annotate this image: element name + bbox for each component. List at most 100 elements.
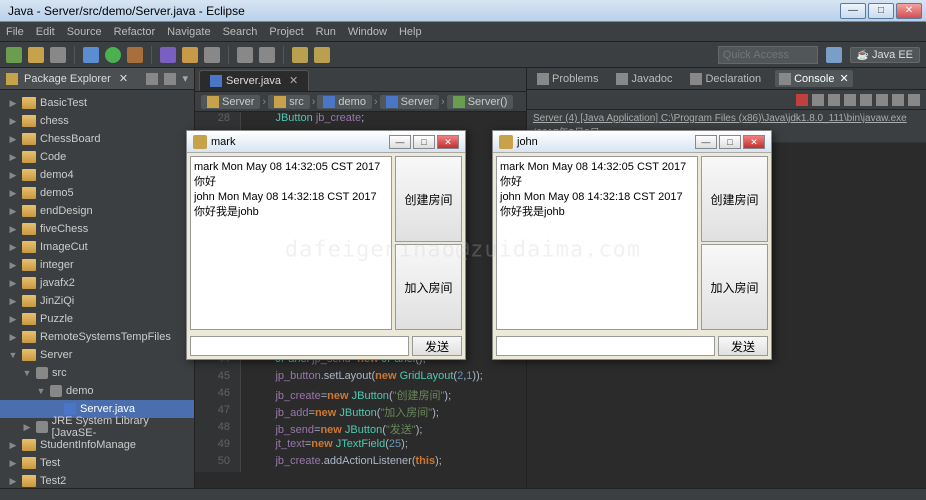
folder-icon [22, 205, 36, 217]
tree-item-test[interactable]: ▶Test [0, 454, 194, 472]
package-explorer-view: Package Explorer ✕ ▾ ▶BasicTest▶chess▶Ch… [0, 68, 195, 488]
breadcrumb-item[interactable]: Server [380, 95, 439, 109]
collapse-all-icon[interactable] [146, 73, 158, 85]
chat-log[interactable]: mark Mon May 08 14:32:05 CST 2017你好john … [190, 156, 392, 330]
tree-item-server[interactable]: ▼Server [0, 346, 194, 364]
external-tools-icon[interactable] [127, 47, 143, 63]
view-tab-problems[interactable]: Problems [533, 71, 602, 87]
chat-log[interactable]: mark Mon May 08 14:32:05 CST 2017你好john … [496, 156, 698, 330]
menu-search[interactable]: Search [223, 26, 258, 38]
view-menu-icon[interactable]: ▾ [182, 72, 188, 85]
join-room-button[interactable]: 加入房间 [395, 244, 462, 330]
tree-item-jre-system-library-javase-[interactable]: ▶JRE System Library [JavaSE- [0, 418, 194, 436]
tree-item-imagecut[interactable]: ▶ImageCut [0, 238, 194, 256]
maximize-button[interactable]: □ [868, 3, 894, 19]
menu-project[interactable]: Project [269, 26, 303, 38]
remove-launch-icon[interactable] [812, 94, 824, 106]
pin-console-icon[interactable] [876, 94, 888, 106]
chat-input[interactable] [496, 336, 715, 356]
tree-item-src[interactable]: ▼src [0, 364, 194, 382]
close-tab-icon[interactable]: ✕ [289, 74, 298, 87]
remove-all-icon[interactable] [828, 94, 840, 106]
tree-item-demo5[interactable]: ▶demo5 [0, 184, 194, 202]
close-button[interactable]: ✕ [437, 135, 459, 149]
scroll-lock-icon[interactable] [860, 94, 872, 106]
open-console-icon[interactable] [908, 94, 920, 106]
tree-item-chess[interactable]: ▶chess [0, 112, 194, 130]
view-tab-declaration[interactable]: Declaration [686, 71, 765, 87]
breadcrumb-item[interactable]: demo [317, 95, 372, 109]
tree-item-remotesystemstempfiles[interactable]: ▶RemoteSystemsTempFiles [0, 328, 194, 346]
menu-file[interactable]: File [6, 26, 24, 38]
menu-run[interactable]: Run [316, 26, 336, 38]
maximize-button[interactable]: □ [719, 135, 741, 149]
folder-icon [22, 439, 36, 451]
folder-icon [22, 187, 36, 199]
tree-item-code[interactable]: ▶Code [0, 148, 194, 166]
tree-item-puzzle[interactable]: ▶Puzzle [0, 310, 194, 328]
save-all-icon[interactable] [50, 47, 66, 63]
menu-edit[interactable]: Edit [36, 26, 55, 38]
folder-icon [22, 277, 36, 289]
menu-window[interactable]: Window [348, 26, 387, 38]
tree-item-javafx2[interactable]: ▶javafx2 [0, 274, 194, 292]
open-type-icon[interactable] [204, 47, 220, 63]
create-room-button[interactable]: 创建房间 [701, 156, 768, 242]
new-icon[interactable] [6, 47, 22, 63]
package-explorer-tree[interactable]: ▶BasicTest▶chess▶ChessBoard▶Code▶demo4▶d… [0, 90, 194, 488]
send-button[interactable]: 发送 [718, 336, 768, 356]
folder-icon [22, 169, 36, 181]
close-view-icon[interactable]: ✕ [119, 72, 128, 85]
display-console-icon[interactable] [892, 94, 904, 106]
open-perspective-icon[interactable] [826, 47, 842, 63]
folder-icon [22, 115, 36, 127]
tree-item-test2[interactable]: ▶Test2 [0, 472, 194, 488]
menu-help[interactable]: Help [399, 26, 422, 38]
menubar: File Edit Source Refactor Navigate Search Proj… [0, 22, 926, 42]
minimize-button[interactable]: — [840, 3, 866, 19]
tree-item-fivechess[interactable]: ▶fiveChess [0, 220, 194, 238]
breadcrumb-item[interactable]: src [268, 95, 310, 109]
debug-icon[interactable] [83, 47, 99, 63]
menu-navigate[interactable]: Navigate [167, 26, 210, 38]
close-button[interactable]: ✕ [743, 135, 765, 149]
maximize-button[interactable]: □ [413, 135, 435, 149]
view-tab-console[interactable]: Console ✕ [775, 70, 853, 87]
breadcrumb-item[interactable]: Server [201, 95, 260, 109]
new-package-icon[interactable] [160, 47, 176, 63]
editor-tab-server-java[interactable]: Server.java ✕ [199, 70, 309, 91]
close-button[interactable]: ✕ [896, 3, 922, 19]
join-room-button[interactable]: 加入房间 [701, 244, 768, 330]
menu-source[interactable]: Source [67, 26, 102, 38]
chat-title: mark [211, 136, 385, 148]
run-icon[interactable] [105, 47, 121, 63]
create-room-button[interactable]: 创建房间 [395, 156, 462, 242]
quick-access-input[interactable] [718, 46, 818, 64]
view-tab-javadoc[interactable]: Javadoc [612, 71, 676, 87]
breadcrumb-item[interactable]: Server() [447, 95, 514, 109]
chat-titlebar[interactable]: john — □ ✕ [493, 131, 771, 153]
menu-refactor[interactable]: Refactor [114, 26, 156, 38]
toggle-mark-icon[interactable] [259, 47, 275, 63]
chat-input[interactable] [190, 336, 409, 356]
tree-item-enddesign[interactable]: ▶endDesign [0, 202, 194, 220]
save-icon[interactable] [28, 47, 44, 63]
back-icon[interactable] [292, 47, 308, 63]
terminate-icon[interactable] [796, 94, 808, 106]
search-icon[interactable] [237, 47, 253, 63]
minimize-button[interactable]: — [695, 135, 717, 149]
new-class-icon[interactable] [182, 47, 198, 63]
link-editor-icon[interactable] [164, 73, 176, 85]
tree-item-chessboard[interactable]: ▶ChessBoard [0, 130, 194, 148]
perspective-button[interactable]: ☕ Java EE [850, 47, 920, 63]
tree-item-basictest[interactable]: ▶BasicTest [0, 94, 194, 112]
tree-item-jinziqi[interactable]: ▶JinZiQi [0, 292, 194, 310]
chat-titlebar[interactable]: mark — □ ✕ [187, 131, 465, 153]
send-button[interactable]: 发送 [412, 336, 462, 356]
tree-item-demo[interactable]: ▼demo [0, 382, 194, 400]
tree-item-demo4[interactable]: ▶demo4 [0, 166, 194, 184]
tree-item-integer[interactable]: ▶integer [0, 256, 194, 274]
minimize-button[interactable]: — [389, 135, 411, 149]
clear-console-icon[interactable] [844, 94, 856, 106]
forward-icon[interactable] [314, 47, 330, 63]
